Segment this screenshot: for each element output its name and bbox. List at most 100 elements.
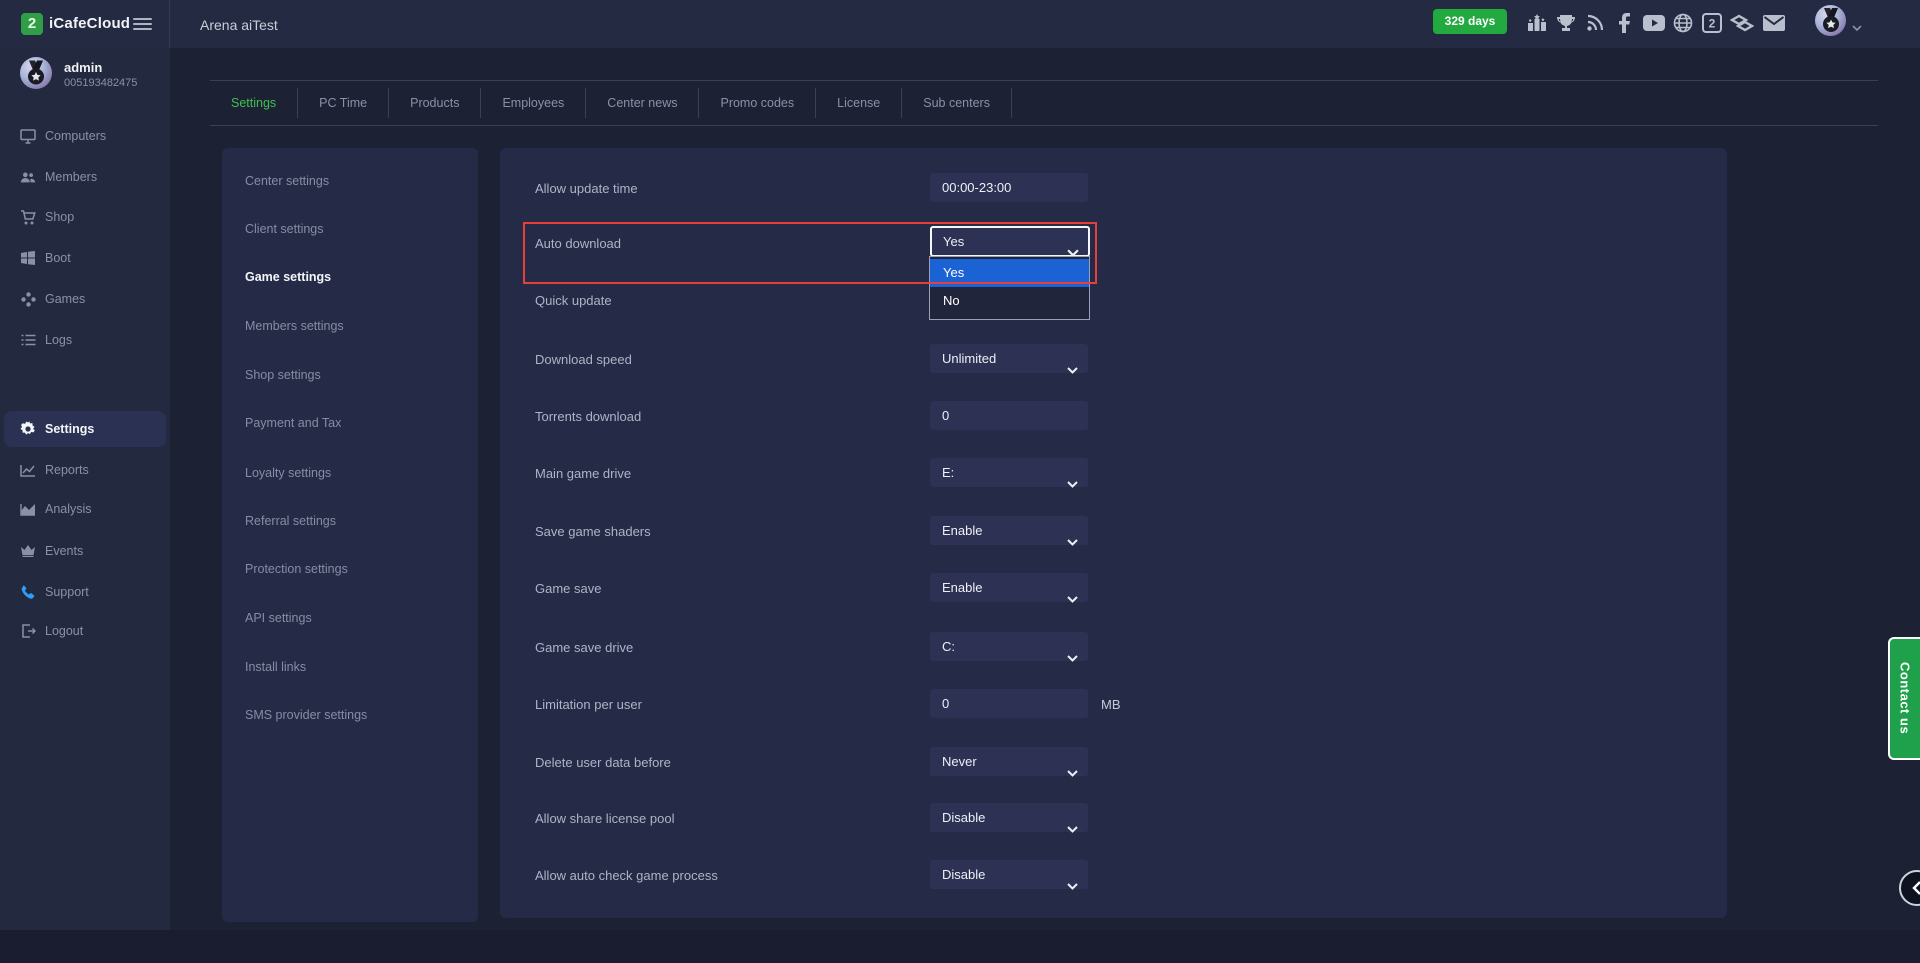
sidebar-item-label: Support	[45, 585, 89, 599]
sidebar-item-support[interactable]: Support	[0, 574, 170, 610]
game-settings-form: Allow update time 00:00-23:00 Auto downl…	[500, 148, 1727, 918]
limitation-per-user-input[interactable]: 0	[930, 689, 1088, 718]
trophy-icon[interactable]	[1553, 10, 1579, 36]
unit-label: MB	[1101, 697, 1121, 712]
sidebar: admin 005193482475 Computers Members Sho…	[0, 48, 170, 930]
layers-icon[interactable]	[1729, 10, 1755, 36]
nav-payment-and-tax[interactable]: Payment and Tax	[245, 416, 341, 430]
sidebar-item-boot[interactable]: Boot	[0, 240, 170, 276]
area-chart-icon	[20, 501, 36, 517]
field-label: Quick update	[535, 293, 612, 308]
sidebar-item-shop[interactable]: Shop	[0, 199, 170, 235]
user-id: 005193482475	[64, 77, 138, 89]
sidebar-item-label: Logs	[45, 333, 73, 347]
allow-share-license-pool-select[interactable]: Disable	[930, 803, 1088, 833]
sidebar-item-label: Analysis	[45, 502, 92, 516]
tab-promo-codes[interactable]: Promo codes	[699, 96, 815, 110]
tab-pc-time[interactable]: PC Time	[298, 96, 388, 110]
youtube-icon[interactable]	[1641, 10, 1667, 36]
line-chart-icon	[20, 462, 36, 478]
sidebar-item-label: Events	[45, 544, 84, 558]
footer-band	[0, 930, 1920, 963]
contact-us-tab[interactable]: Contact us	[1888, 637, 1920, 760]
allow-auto-check-game-process-select[interactable]: Disable	[930, 860, 1088, 890]
sidebar-avatar[interactable]	[20, 57, 52, 89]
sidebar-item-label: Settings	[45, 422, 95, 436]
torrents-download-input[interactable]: 0	[930, 401, 1088, 430]
crown-icon	[20, 543, 36, 559]
license-days-badge[interactable]: 329 days	[1433, 9, 1507, 34]
select-value: Unlimited	[942, 351, 997, 366]
sidebar-item-logs[interactable]: Logs	[0, 322, 170, 358]
field-label: Delete user data before	[535, 755, 671, 770]
nav-shop-settings[interactable]: Shop settings	[245, 368, 321, 382]
nav-referral-settings[interactable]: Referral settings	[245, 514, 336, 528]
avatar[interactable]	[1815, 5, 1846, 36]
topbar: 2 iCafeCloud Arena aiTest 329 days 2	[0, 0, 1920, 48]
allow-update-time-input[interactable]: 00:00-23:00	[930, 173, 1088, 202]
sidebar-item-members[interactable]: Members	[0, 159, 170, 195]
sidebar-item-reports[interactable]: Reports	[0, 452, 170, 488]
field-label: Download speed	[535, 352, 632, 367]
chevron-left-icon	[1912, 881, 1920, 895]
game-save-select[interactable]: Enable	[930, 573, 1088, 603]
tab-license[interactable]: License	[816, 96, 901, 110]
dropdown-option-no[interactable]: No	[930, 287, 1089, 315]
tab-settings[interactable]: Settings	[210, 96, 297, 110]
mail-icon[interactable]	[1761, 10, 1787, 36]
field-label: Game save	[535, 581, 602, 596]
select-value: Yes	[943, 234, 965, 249]
tab-sub-centers[interactable]: Sub centers	[902, 96, 1011, 110]
sidebar-item-games[interactable]: Games	[0, 281, 170, 317]
nav-sms-provider-settings[interactable]: SMS provider settings	[245, 708, 367, 722]
field-label: Torrents download	[535, 409, 642, 424]
nav-client-settings[interactable]: Client settings	[245, 222, 324, 236]
tab-employees[interactable]: Employees	[481, 96, 585, 110]
games-icon	[20, 291, 36, 307]
list-icon	[20, 332, 36, 348]
chevron-down-icon[interactable]	[1852, 19, 1862, 37]
field-label: Save game shaders	[535, 524, 651, 539]
select-value: Enable	[942, 523, 983, 538]
save-game-shaders-select[interactable]: Enable	[930, 516, 1088, 546]
tab-products[interactable]: Products	[389, 96, 480, 110]
user-name: admin	[64, 60, 103, 75]
main-game-drive-select[interactable]: E:	[930, 458, 1088, 488]
auto-download-dropdown: Yes No	[929, 256, 1090, 320]
sidebar-item-label: Computers	[45, 129, 107, 143]
sidebar-item-analysis[interactable]: Analysis	[0, 491, 170, 527]
chevron-down-icon	[1067, 469, 1078, 498]
cart-icon	[20, 209, 36, 225]
sidebar-item-events[interactable]: Events	[0, 533, 170, 569]
nav-api-settings[interactable]: API settings	[245, 611, 312, 625]
download-speed-select[interactable]: Unlimited	[930, 344, 1088, 374]
dropdown-option-yes[interactable]: Yes	[930, 259, 1089, 287]
auto-download-select[interactable]: Yes	[930, 226, 1090, 257]
nav-game-settings[interactable]: Game settings	[245, 270, 331, 284]
globe-icon[interactable]	[1670, 10, 1696, 36]
brand-name: iCafeCloud	[49, 15, 131, 32]
members-icon	[20, 169, 36, 185]
logout-icon	[20, 623, 36, 639]
nav-members-settings[interactable]: Members settings	[245, 319, 344, 333]
sidebar-item-settings[interactable]: Settings	[4, 411, 166, 447]
chevron-down-icon	[1067, 871, 1078, 900]
nav-center-settings[interactable]: Center settings	[245, 174, 329, 188]
nav-install-links[interactable]: Install links	[245, 660, 306, 674]
icafecloud-logo-icon: 2	[21, 13, 43, 35]
hamburger-menu-icon[interactable]	[133, 18, 152, 31]
sidebar-item-computers[interactable]: Computers	[0, 118, 170, 154]
chevron-down-icon	[1067, 355, 1078, 384]
delete-user-data-before-select[interactable]: Never	[930, 747, 1088, 777]
facebook-icon[interactable]	[1612, 10, 1638, 36]
sidebar-item-logout[interactable]: Logout	[0, 613, 170, 649]
nav-protection-settings[interactable]: Protection settings	[245, 562, 348, 576]
gear-icon	[20, 421, 36, 437]
select-value: C:	[942, 639, 955, 654]
rss-icon[interactable]	[1582, 10, 1608, 36]
nav-loyalty-settings[interactable]: Loyalty settings	[245, 466, 331, 480]
ranking-podium-icon[interactable]	[1524, 10, 1550, 36]
tab-center-news[interactable]: Center news	[586, 96, 698, 110]
icafecloud-icon[interactable]: 2	[1699, 10, 1725, 36]
game-save-drive-select[interactable]: C:	[930, 632, 1088, 662]
